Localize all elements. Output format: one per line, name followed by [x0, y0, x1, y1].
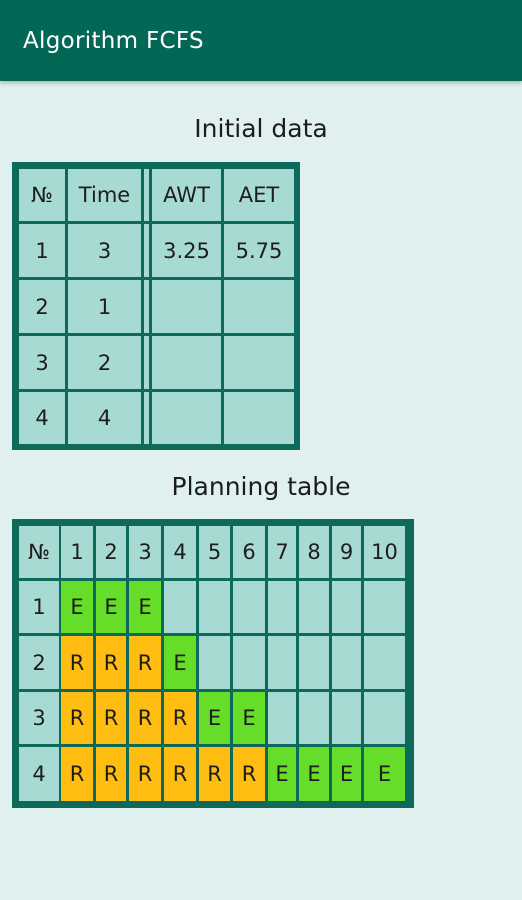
cell-time: 3	[68, 224, 141, 277]
app-bar: Algorithm FCFS	[0, 0, 522, 81]
process-number: 3	[19, 692, 59, 744]
empty-cell	[268, 581, 296, 633]
empty-cell	[268, 636, 296, 689]
time-header: 10	[364, 526, 405, 578]
ready-cell: R	[129, 747, 161, 801]
column-separator	[144, 169, 149, 221]
header-no: №	[19, 169, 65, 221]
empty-cell	[164, 581, 196, 633]
cell-aet	[224, 392, 294, 444]
empty-cell	[364, 636, 405, 689]
cell-no: 2	[19, 280, 65, 333]
execute-cell: E	[233, 692, 265, 744]
ready-cell: R	[61, 636, 93, 689]
header-no: №	[19, 526, 59, 578]
ready-cell: R	[96, 692, 126, 744]
initial-data-table: № Time AWT AET 1 3 3.25 5.75 2 1 3 2 4 4	[12, 162, 300, 450]
execute-cell: E	[364, 747, 405, 801]
empty-cell	[199, 636, 230, 689]
empty-cell	[299, 636, 329, 689]
column-separator	[144, 392, 149, 444]
time-header: 8	[299, 526, 329, 578]
empty-cell	[364, 692, 405, 744]
ready-cell: R	[129, 692, 161, 744]
cell-time: 2	[68, 336, 141, 389]
cell-awt	[152, 392, 221, 444]
execute-cell: E	[96, 581, 126, 633]
empty-cell	[268, 692, 296, 744]
ready-cell: R	[164, 692, 196, 744]
empty-cell	[233, 636, 265, 689]
cell-no: 3	[19, 336, 65, 389]
ready-cell: R	[129, 636, 161, 689]
header-awt: AWT	[152, 169, 221, 221]
initial-data-title: Initial data	[194, 114, 328, 143]
empty-cell	[332, 581, 361, 633]
app-title: Algorithm FCFS	[23, 28, 204, 54]
time-header: 3	[129, 526, 161, 578]
header-aet: AET	[224, 169, 294, 221]
cell-time: 1	[68, 280, 141, 333]
ready-cell: R	[96, 747, 126, 801]
ready-cell: R	[96, 636, 126, 689]
empty-cell	[332, 692, 361, 744]
column-separator	[144, 224, 149, 277]
time-header: 2	[96, 526, 126, 578]
execute-cell: E	[164, 636, 196, 689]
ready-cell: R	[61, 692, 93, 744]
time-header: 7	[268, 526, 296, 578]
execute-cell: E	[299, 747, 329, 801]
cell-awt	[152, 280, 221, 333]
ready-cell: R	[199, 747, 230, 801]
process-number: 1	[19, 581, 59, 633]
cell-aet	[224, 280, 294, 333]
execute-cell: E	[129, 581, 161, 633]
planning-table: № 1 2 3 4 5 6 7 8 9 10 1 E E E 2 R R R E 3 R R R R E E 4 R R R R R R E E E E	[12, 519, 414, 808]
process-number: 4	[19, 747, 59, 801]
empty-cell	[332, 636, 361, 689]
empty-cell	[199, 581, 230, 633]
execute-cell: E	[199, 692, 230, 744]
execute-cell: E	[332, 747, 361, 801]
time-header: 9	[332, 526, 361, 578]
cell-awt	[152, 336, 221, 389]
empty-cell	[233, 581, 265, 633]
ready-cell: R	[164, 747, 196, 801]
cell-no: 4	[19, 392, 65, 444]
planning-table-title: Planning table	[171, 472, 351, 501]
empty-cell	[299, 692, 329, 744]
column-separator	[144, 280, 149, 333]
cell-no: 1	[19, 224, 65, 277]
header-time: Time	[68, 169, 141, 221]
time-header: 5	[199, 526, 230, 578]
column-separator	[144, 336, 149, 389]
execute-cell: E	[61, 581, 93, 633]
ready-cell: R	[61, 747, 93, 801]
process-number: 2	[19, 636, 59, 689]
cell-time: 4	[68, 392, 141, 444]
cell-awt: 3.25	[152, 224, 221, 277]
empty-cell	[299, 581, 329, 633]
ready-cell: R	[233, 747, 265, 801]
cell-aet: 5.75	[224, 224, 294, 277]
cell-aet	[224, 336, 294, 389]
time-header: 1	[61, 526, 93, 578]
execute-cell: E	[268, 747, 296, 801]
empty-cell	[364, 581, 405, 633]
time-header: 6	[233, 526, 265, 578]
time-header: 4	[164, 526, 196, 578]
